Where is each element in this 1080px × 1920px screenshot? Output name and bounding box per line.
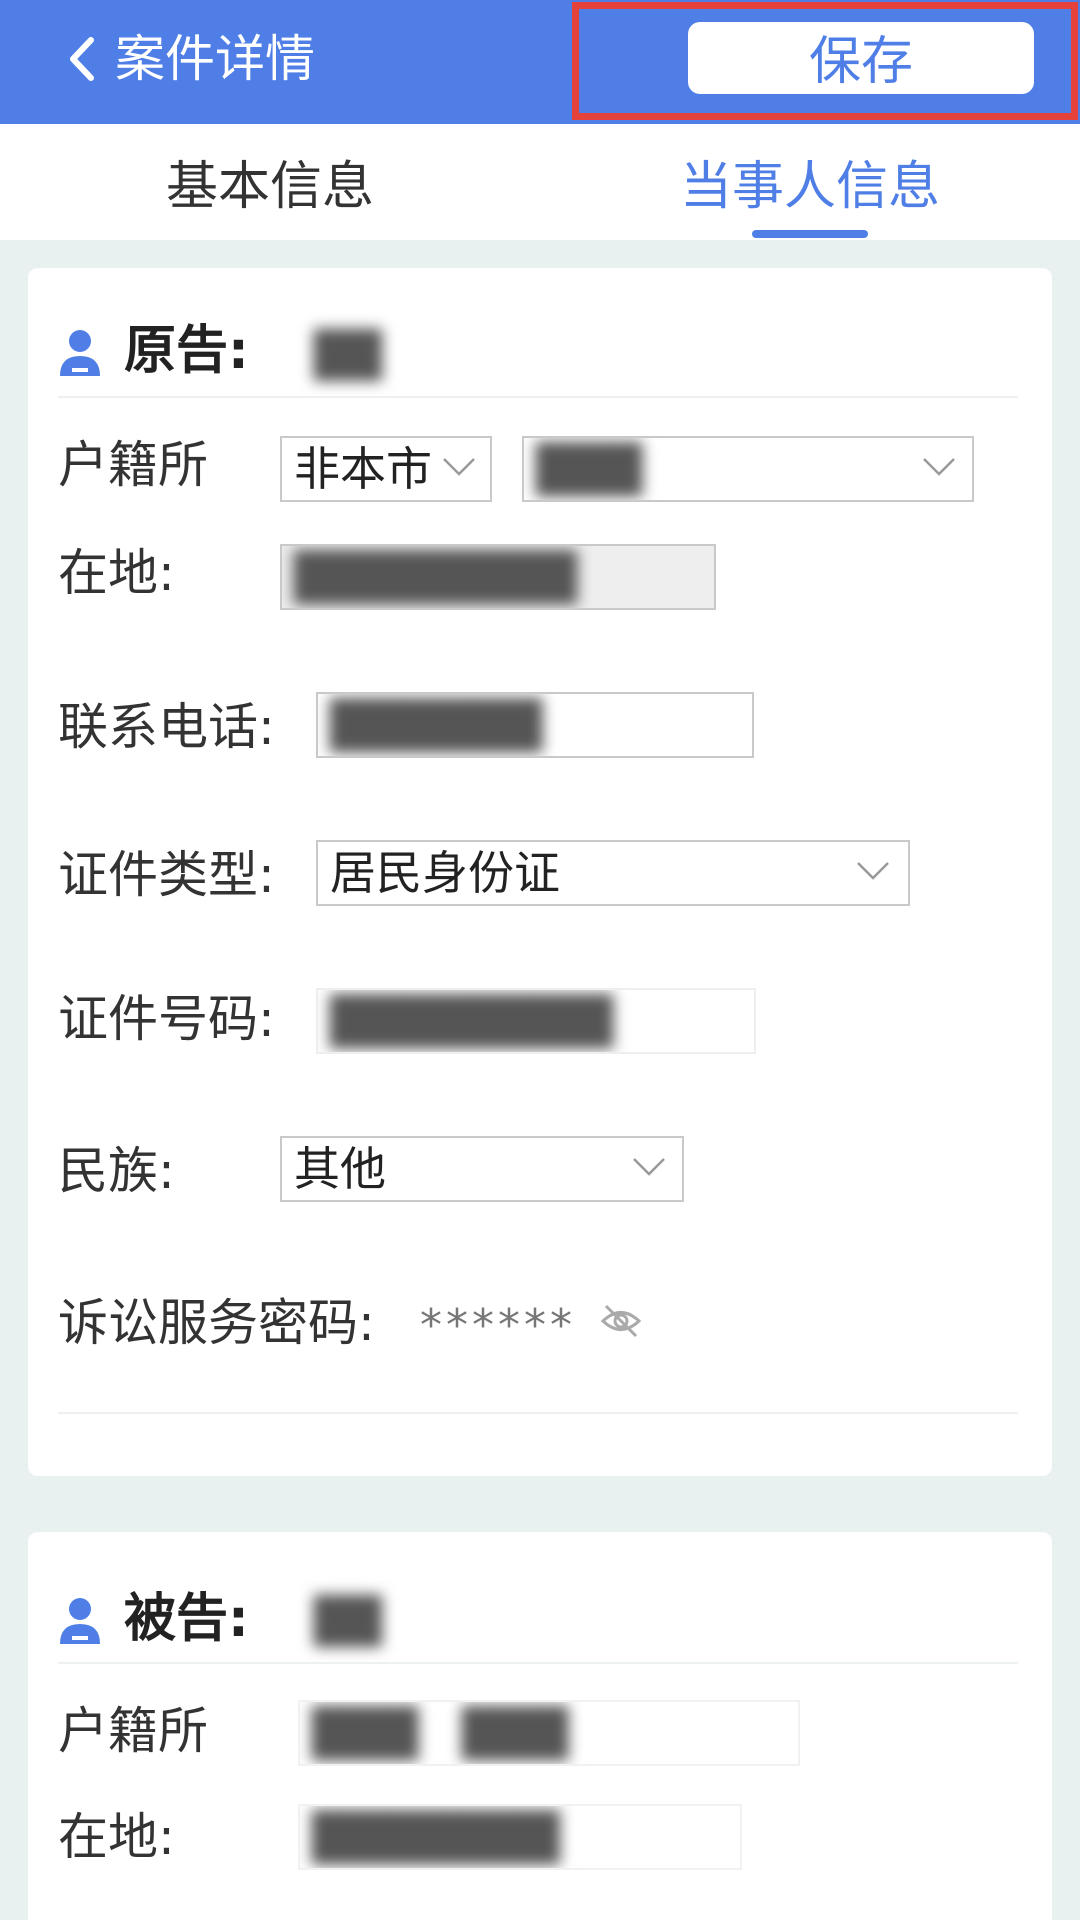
defendant-label: 被告: (124, 1589, 249, 1649)
phone-field[interactable]: ██████ (316, 692, 754, 758)
chevron-down-icon (857, 862, 889, 880)
divider (58, 396, 1018, 398)
household-address-redacted: ███████ (312, 1810, 560, 1864)
household-select-redacted[interactable]: ███ ███ (298, 1700, 800, 1766)
plaintiff-card: 原告: ██ 户籍所 在地: 非本市 ███ ████████ 联系电话: ██… (28, 268, 1052, 1476)
plaintiff-label: 原告: (124, 321, 249, 381)
household-region-redacted: ███ (536, 442, 643, 496)
id-type-value: 居民身份证 (330, 846, 560, 900)
page-title: 案件详情 (115, 30, 315, 88)
ethnicity-select[interactable]: 其他 (280, 1136, 684, 1202)
top-bar: 案件详情 保存 (0, 0, 1080, 124)
household-label-line1: 户籍所 (58, 436, 208, 494)
household-label-line2: 在地: (58, 544, 175, 602)
active-tab-indicator (752, 230, 868, 238)
phone-label: 联系电话: (58, 698, 275, 756)
household-label-line1: 户籍所 (58, 1702, 208, 1760)
household-address-redacted: ████████ (294, 550, 578, 604)
eye-off-icon[interactable] (600, 1302, 642, 1340)
person-icon (60, 1598, 100, 1644)
divider (58, 1412, 1018, 1414)
phone-redacted: ██████ (330, 698, 543, 752)
password-value: ****** (420, 1300, 576, 1351)
household-scope-value: 非本市 (294, 442, 432, 496)
household-scope-select[interactable]: 非本市 (280, 436, 492, 502)
chevron-down-icon (443, 458, 475, 476)
ethnicity-value: 其他 (294, 1142, 386, 1196)
tab-bar: 基本信息 当事人信息 (0, 124, 1080, 240)
chevron-down-icon (633, 1158, 665, 1176)
defendant-name-redacted: ██ (314, 1596, 382, 1647)
id-number-label: 证件号码: (58, 990, 275, 1048)
ethnicity-label: 民族: (58, 1142, 175, 1200)
id-number-redacted: ████████ (330, 994, 614, 1048)
defendant-card: 被告: ██ 户籍所 在地: ███ ███ ███████ (28, 1532, 1052, 1920)
household-region-select[interactable]: ███ (522, 436, 974, 502)
tab-basic-info[interactable]: 基本信息 (166, 152, 374, 222)
save-button[interactable]: 保存 (688, 22, 1034, 94)
plaintiff-name-redacted: ██ (314, 330, 382, 381)
id-number-field[interactable]: ████████ (316, 988, 756, 1054)
back-button[interactable] (52, 24, 112, 94)
household-address-field[interactable]: ████████ (280, 544, 716, 610)
chevron-left-icon (70, 37, 94, 81)
tab-party-info[interactable]: 当事人信息 (680, 152, 940, 222)
household-address-field[interactable]: ███████ (298, 1804, 742, 1870)
id-type-label: 证件类型: (58, 846, 275, 904)
person-icon (60, 330, 100, 376)
id-type-select[interactable]: 居民身份证 (316, 840, 910, 906)
divider (58, 1662, 1018, 1664)
password-label: 诉讼服务密码: (58, 1294, 375, 1352)
household-label-line2: 在地: (58, 1808, 175, 1866)
chevron-down-icon (923, 458, 955, 476)
household-select-redacted-value: ███ ███ (312, 1706, 569, 1760)
